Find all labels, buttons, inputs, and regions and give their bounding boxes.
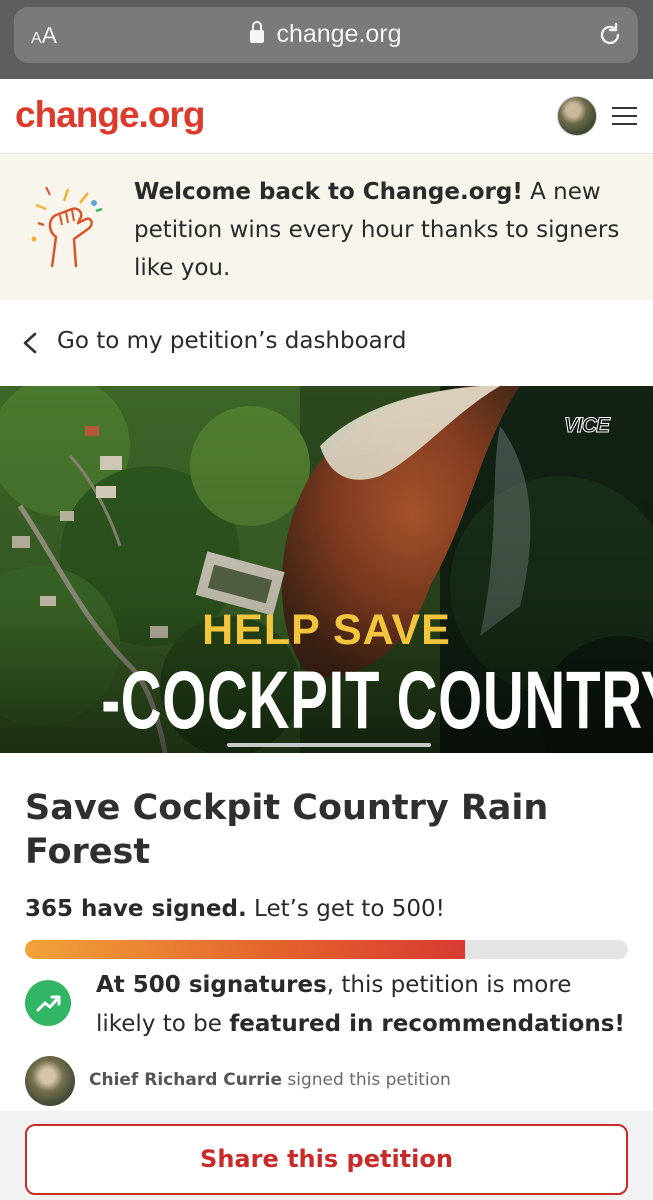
hero-caption-main: -COCKPIT COUNTRY- (101, 655, 653, 746)
user-avatar[interactable] (557, 96, 597, 136)
url-text: change.org (276, 20, 402, 48)
signer-text: Chief Richard Currie signed this petitio… (89, 1070, 451, 1090)
url-display[interactable]: change.org (14, 20, 638, 49)
share-petition-button[interactable]: Share this petition (25, 1124, 628, 1195)
signature-count: 365 have signed. Let’s get to 500! (25, 896, 445, 922)
signer-avatar (25, 1056, 75, 1106)
milestone-message: At 500 signatures, this petition is more… (96, 972, 625, 1037)
address-bar[interactable]: AA change.org (14, 7, 638, 63)
hero-caption-top: HELP SAVE (202, 606, 451, 654)
dashboard-link-label: Go to my petition’s dashboard (57, 328, 407, 354)
signature-progress-fill (25, 940, 466, 959)
hamburger-menu-icon[interactable] (612, 107, 637, 127)
dashboard-link[interactable]: Go to my petition’s dashboard (0, 300, 653, 386)
welcome-message: Welcome back to Change.org! A new petiti… (134, 179, 620, 281)
raised-fist-celebration-icon (31, 186, 103, 268)
petition-hero-image: VICE HELP SAVE -COCKPIT COUNTRY- (0, 386, 653, 753)
welcome-banner: Welcome back to Change.org! A new petiti… (0, 155, 653, 300)
video-scrub-indicator (227, 743, 431, 747)
trending-up-icon (25, 980, 71, 1026)
site-header: change.org (0, 79, 653, 154)
lock-icon (250, 21, 265, 43)
petition-title: Save Cockpit Country Rain Forest (25, 788, 549, 872)
bottom-action-bar: Share this petition (0, 1111, 653, 1200)
recent-signer: Chief Richard Currie signed this petitio… (25, 1056, 625, 1106)
reload-icon[interactable] (596, 21, 624, 49)
browser-toolbar: AA change.org (0, 0, 653, 79)
chevron-left-icon (23, 332, 37, 354)
vice-watermark: VICE (563, 414, 610, 438)
change-org-logo[interactable]: change.org (15, 94, 205, 136)
signature-progress-bar (25, 940, 628, 959)
